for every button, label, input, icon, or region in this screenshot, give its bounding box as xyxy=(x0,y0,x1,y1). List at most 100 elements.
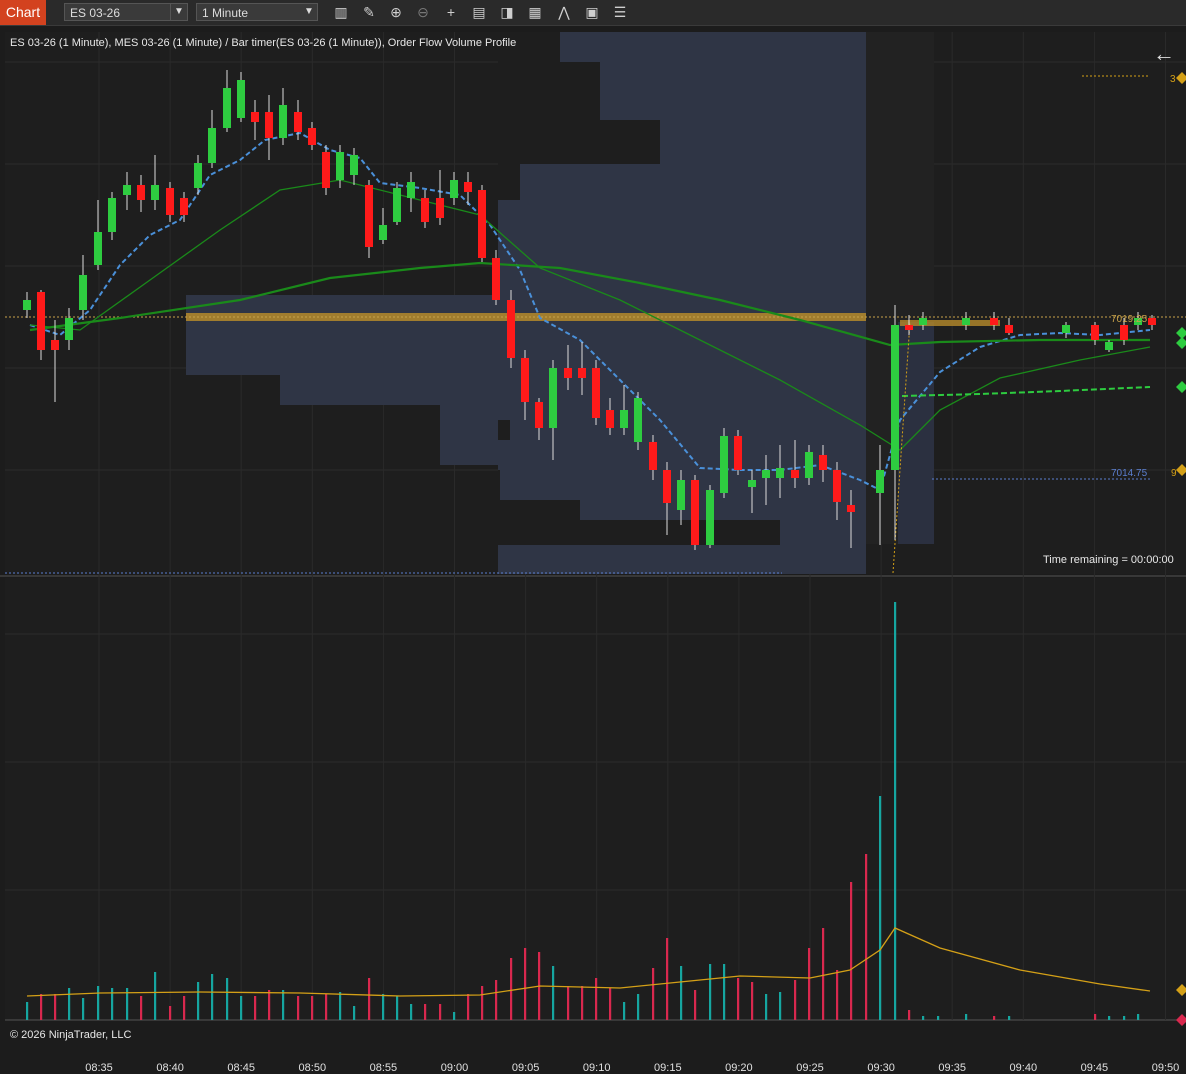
time-tick-label: 08:40 xyxy=(156,1062,184,1074)
volume-bar xyxy=(268,990,271,1020)
volume-bar xyxy=(368,978,371,1020)
candle-up xyxy=(208,128,216,163)
volume-bar xyxy=(908,1010,911,1020)
volume-bar xyxy=(552,966,555,1020)
time-tick-label: 08:55 xyxy=(370,1062,398,1074)
chart-toolbar: Chart ES 03-26 ▼ 1 Minute ▼ ▥ ✎ ⊕ ⊖ + ▤ … xyxy=(0,0,1186,26)
profile-left xyxy=(186,295,498,375)
candle-up xyxy=(379,225,387,240)
volume-bar xyxy=(993,1016,996,1020)
volume-bar xyxy=(54,994,57,1020)
candle-down xyxy=(294,112,302,132)
volume-bar xyxy=(1094,1014,1097,1020)
interval-selector[interactable]: 1 Minute ▼ xyxy=(196,3,318,21)
indicators-icon[interactable]: ⋀ xyxy=(555,4,573,21)
chevron-down-icon[interactable]: ▼ xyxy=(301,4,317,20)
chart-canvas[interactable]: 08:35 08:40 08:45 08:50 08:55 09:00 09:05 09:10… xyxy=(0,26,1186,1074)
candle-down xyxy=(1091,325,1099,340)
volume-bar xyxy=(382,994,385,1020)
candle-up xyxy=(279,105,287,138)
zoom-in-icon[interactable]: ⊕ xyxy=(387,4,405,21)
volume-bar xyxy=(822,928,825,1020)
interval-value: 1 Minute xyxy=(202,6,249,20)
time-tick-label: 08:35 xyxy=(85,1062,113,1074)
profile-left xyxy=(440,405,498,465)
candle-up xyxy=(1105,342,1113,350)
profile-step xyxy=(498,120,660,164)
candle-down xyxy=(478,190,486,258)
volume-bar xyxy=(97,986,100,1020)
candle-down xyxy=(990,318,998,325)
properties-icon[interactable]: ◨ xyxy=(498,4,516,21)
copyright-text: © 2026 NinjaTrader, LLC xyxy=(10,1029,132,1041)
volume-bar xyxy=(311,996,314,1020)
volume-bar xyxy=(453,1012,456,1020)
bar-timer-text: Time remaining = 00:00:00 xyxy=(1043,554,1174,566)
candle-down xyxy=(1005,325,1013,333)
chevron-down-icon[interactable]: ▼ xyxy=(170,4,187,20)
candle-down xyxy=(521,358,529,402)
volume-bar xyxy=(140,996,143,1020)
profile-step xyxy=(498,62,600,120)
time-tick-label: 09:10 xyxy=(583,1062,611,1074)
candle-up xyxy=(677,480,685,510)
candle-down xyxy=(1120,325,1128,340)
instrument-value: ES 03-26 xyxy=(70,6,121,20)
volume-bar xyxy=(26,1002,29,1020)
time-tick-label: 09:15 xyxy=(654,1062,682,1074)
volume-bar xyxy=(339,992,342,1020)
back-arrow-icon[interactable]: ← xyxy=(1153,41,1175,67)
volume-panel xyxy=(5,578,1186,1020)
volume-bar xyxy=(709,964,712,1020)
volume-bar xyxy=(410,1004,413,1020)
volume-bar xyxy=(495,980,498,1020)
draw-icon[interactable]: ✎ xyxy=(360,4,378,21)
profile-step xyxy=(498,500,580,520)
data-box-icon[interactable]: ▤ xyxy=(470,4,488,21)
volume-bar xyxy=(623,1002,626,1020)
candle-up xyxy=(123,185,131,195)
volume-bar xyxy=(439,1004,442,1020)
candle-up xyxy=(634,398,642,442)
candle-down xyxy=(51,340,59,350)
candle-down xyxy=(847,505,855,512)
zoom-out-icon[interactable]: ⊖ xyxy=(414,4,432,21)
candle-up xyxy=(151,185,159,200)
candle-down xyxy=(833,470,841,502)
instrument-selector[interactable]: ES 03-26 ▼ xyxy=(64,3,188,21)
candle-down xyxy=(649,442,657,470)
volume-bar xyxy=(567,986,570,1020)
templates-icon[interactable]: ▣ xyxy=(583,4,601,21)
chart-tab[interactable]: Chart xyxy=(0,0,46,25)
candle-up xyxy=(108,198,116,232)
candle-up xyxy=(1062,325,1070,333)
time-tick-label: 09:00 xyxy=(441,1062,469,1074)
candle-up xyxy=(223,88,231,128)
volume-bar xyxy=(794,980,797,1020)
candle-down xyxy=(436,198,444,218)
candle-up xyxy=(336,152,344,180)
volume-bar xyxy=(894,602,897,1020)
candle-up xyxy=(776,468,784,478)
profile-step xyxy=(498,420,510,440)
candle-up xyxy=(549,368,557,428)
profile-step xyxy=(498,520,780,545)
point-of-control-band-right xyxy=(900,320,1000,326)
profile-step xyxy=(498,164,520,200)
strategies-icon[interactable]: ▦ xyxy=(526,4,544,21)
candle-up xyxy=(805,452,813,478)
candle-down xyxy=(663,470,671,503)
crosshair-icon[interactable]: + xyxy=(442,4,460,21)
volume-bar xyxy=(723,964,726,1020)
time-tick-label: 09:45 xyxy=(1081,1062,1109,1074)
volume-bar xyxy=(737,978,740,1020)
volume-bar xyxy=(226,978,229,1020)
candle-down xyxy=(37,292,45,350)
time-tick-label: 09:20 xyxy=(725,1062,753,1074)
time-tick-label: 09:50 xyxy=(1152,1062,1180,1074)
time-tick-label: 09:40 xyxy=(1010,1062,1038,1074)
menu-icon[interactable]: ☰ xyxy=(611,4,629,21)
candle-down xyxy=(734,436,742,470)
candle-down xyxy=(180,198,188,215)
bar-type-icon[interactable]: ▥ xyxy=(332,4,350,21)
